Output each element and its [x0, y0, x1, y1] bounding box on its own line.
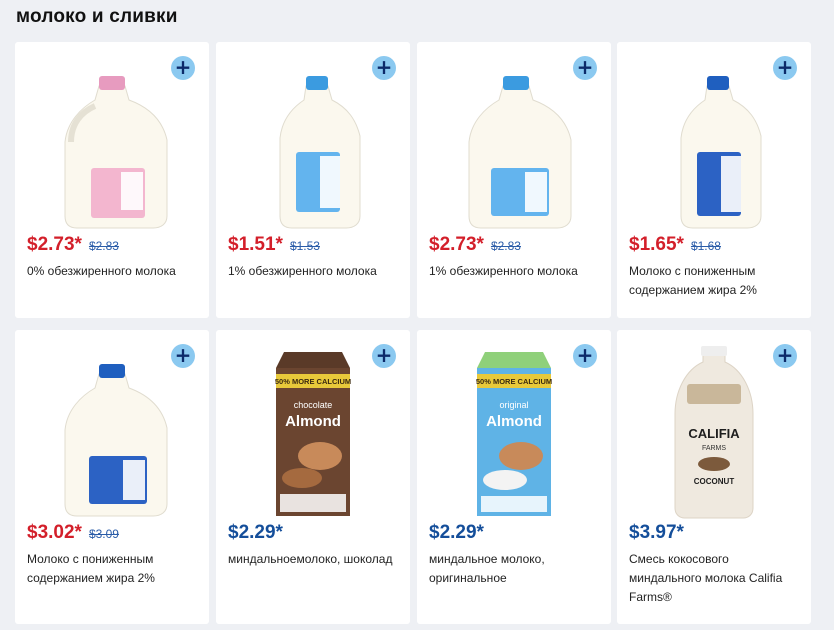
product-card[interactable]: + $3.02* $3.09 Молоко с пониженным содер…: [15, 330, 209, 624]
milk-jug-image: [617, 56, 811, 236]
product-card[interactable]: + $2.73* $2.83 1% обезжиренного молока: [417, 42, 611, 318]
almond-milk-carton-image: 50% MORE CALCIUM original Almond: [417, 344, 611, 524]
product-name[interactable]: миндальное молоко, оригинальное: [429, 550, 601, 588]
sale-price: $1.51*: [228, 234, 283, 255]
old-price: $1.53: [289, 239, 320, 253]
add-to-cart-button[interactable]: +: [573, 56, 597, 80]
old-price: $2.83: [490, 239, 521, 253]
product-card[interactable]: + $1.51* $1.53 1% обезжиренного молока: [216, 42, 410, 318]
product-card[interactable]: + $1.65* $1.68 Молоко с пониженным содер…: [617, 42, 811, 318]
old-price: $1.68: [690, 239, 721, 253]
carton-flavor-text: chocolate: [294, 400, 333, 410]
add-to-cart-button[interactable]: +: [171, 56, 195, 80]
product-name[interactable]: 1% обезжиренного молока: [429, 262, 601, 281]
milk-jug-image: [15, 344, 209, 524]
milk-jug-image: [15, 56, 209, 236]
sale-price: $1.65*: [629, 234, 684, 255]
add-to-cart-button[interactable]: +: [372, 56, 396, 80]
old-price: $2.83: [88, 239, 119, 253]
carton-flavor-text: original: [499, 400, 528, 410]
sale-price: $2.73*: [27, 234, 82, 255]
product-name[interactable]: Смесь кокосового миндального молока Cali…: [629, 550, 801, 607]
old-price: $3.09: [88, 527, 119, 541]
product-name[interactable]: миндальноемолоко, шоколад: [228, 550, 400, 569]
carton-banner-text: 50% MORE CALCIUM: [476, 377, 552, 386]
bottle-brand-text: CALIFIA: [688, 426, 740, 441]
add-to-cart-button[interactable]: +: [171, 344, 195, 368]
milk-jug-image: [417, 56, 611, 236]
add-to-cart-button[interactable]: +: [773, 344, 797, 368]
product-name[interactable]: 1% обезжиренного молока: [228, 262, 400, 281]
bottle-sub-text: FARMS: [702, 445, 726, 452]
product-card[interactable]: CALIFIA FARMS COCONUT + $3.97* Смесь кок…: [617, 330, 811, 624]
add-to-cart-button[interactable]: +: [573, 344, 597, 368]
price: $2.29*: [429, 522, 484, 543]
price: $2.29*: [228, 522, 283, 543]
price: $3.97*: [629, 522, 684, 543]
product-name[interactable]: Молоко с пониженным содержанием жира 2%: [27, 550, 199, 588]
almond-milk-carton-image: 50% MORE CALCIUM chocolate Almond: [216, 344, 410, 524]
bottle-flavor-text: COCONUT: [694, 477, 735, 486]
carton-brand-text: Almond: [285, 413, 341, 430]
page-title: молоко и сливки: [16, 6, 178, 27]
carton-banner-text: 50% MORE CALCIUM: [275, 377, 351, 386]
add-to-cart-button[interactable]: +: [773, 56, 797, 80]
product-name[interactable]: 0% обезжиренного молока: [27, 262, 199, 281]
product-card[interactable]: + $2.73* $2.83 0% обезжиренного молока: [15, 42, 209, 318]
sale-price: $3.02*: [27, 522, 82, 543]
add-to-cart-button[interactable]: +: [372, 344, 396, 368]
califia-bottle-image: CALIFIA FARMS COCONUT: [617, 344, 811, 524]
product-card[interactable]: 50% MORE CALCIUM original Almond + $2.29…: [417, 330, 611, 624]
sale-price: $2.73*: [429, 234, 484, 255]
carton-brand-text: Almond: [486, 413, 542, 430]
product-card[interactable]: 50% MORE CALCIUM chocolate Almond + $2.2…: [216, 330, 410, 624]
milk-jug-image: [216, 56, 410, 236]
product-name[interactable]: Молоко с пониженным содержанием жира 2%: [629, 262, 801, 300]
